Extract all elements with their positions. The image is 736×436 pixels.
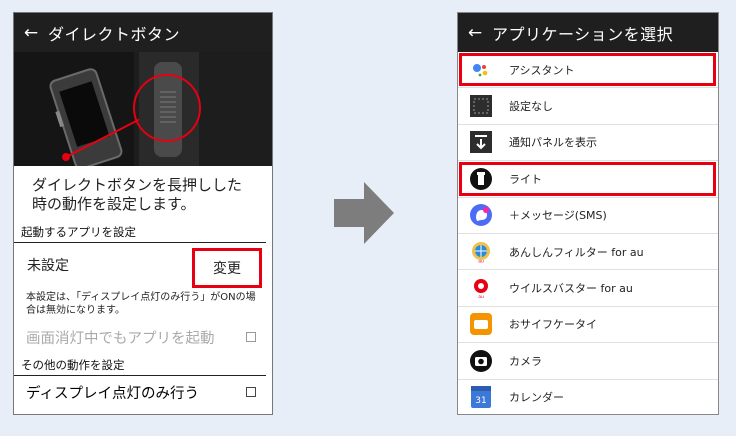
virusbuster-icon: au	[469, 276, 493, 300]
list-item-message[interactable]: ＋メッセージ(SMS)	[458, 198, 718, 234]
list-item-light[interactable]: ライト	[458, 161, 718, 198]
svg-text:au: au	[478, 259, 484, 263]
list-item-assistant[interactable]: アシスタント	[458, 52, 718, 89]
current-app-row: 未設定 変更	[14, 243, 272, 288]
app-bar: ← ダイレクトボタン	[14, 13, 272, 52]
highlight-frame	[459, 162, 716, 196]
direct-button-settings-screen: ← ダイレクトボタン ダイレクトボタンを長押しした 時の動作を設定します。 起動…	[13, 12, 273, 415]
list-item-label: ウイルスバスター for au	[509, 282, 633, 296]
list-item-label: ＋メッセージ(SMS)	[509, 209, 607, 223]
toggle-row-screen-off[interactable]: 画面消灯中でもアプリを起動	[14, 321, 272, 353]
toggle-label-screen-off: 画面消灯中でもアプリを起動	[26, 330, 215, 347]
anshin-filter-icon: au	[469, 240, 493, 264]
highlight-frame	[459, 53, 716, 87]
list-item-label: アシスタント	[509, 63, 575, 77]
app-list: アシスタント 設定なし 通知パネルを表示 ライト ＋メッセージ(SMS) au …	[458, 52, 718, 414]
description: ダイレクトボタンを長押しした 時の動作を設定します。	[14, 166, 272, 220]
app-bar: ← アプリケーションを選択	[458, 13, 718, 52]
list-item-label: おサイフケータイ	[509, 318, 597, 332]
calendar-icon: 31	[469, 385, 493, 409]
calendar-day-number: 31	[475, 396, 486, 406]
list-item-label: カレンダー	[509, 391, 564, 405]
current-app-value: 未設定	[27, 258, 69, 274]
right-arrow-icon	[334, 182, 394, 244]
osaifu-keitai-icon	[469, 312, 493, 336]
list-item-label: あんしんフィルター for au	[509, 245, 644, 259]
list-item-calendar[interactable]: 31 カレンダー	[458, 380, 718, 414]
list-item-camera[interactable]: カメラ	[458, 343, 718, 380]
change-button[interactable]: 変更	[192, 248, 262, 288]
none-icon	[469, 94, 493, 118]
page-title: アプリケーションを選択	[492, 24, 674, 44]
list-item-label: 設定なし	[509, 100, 553, 114]
toggle-row-display-only[interactable]: ディスプレイ点灯のみ行う	[14, 376, 272, 408]
list-item-osaifu[interactable]: おサイフケータイ	[458, 307, 718, 344]
section-header-other: その他の動作を設定	[14, 353, 266, 376]
list-item-label: ライト	[509, 172, 542, 186]
camera-icon	[469, 349, 493, 373]
toggle-label-display-only: ディスプレイ点灯のみ行う	[26, 385, 199, 402]
svg-text:au: au	[478, 295, 484, 299]
description-line-1: ダイレクトボタンを長押しした	[32, 176, 243, 194]
message-icon	[469, 203, 493, 227]
back-arrow-icon[interactable]: ←	[14, 23, 48, 43]
notification-panel-icon	[469, 130, 493, 154]
list-item-label: カメラ	[509, 354, 542, 368]
flashlight-icon	[469, 167, 493, 191]
device-illustration	[14, 52, 272, 166]
app-select-screen: ← アプリケーションを選択 アシスタント 設定なし 通知パネルを表示 ライト ＋…	[457, 12, 719, 415]
page-title: ダイレクトボタン	[48, 24, 181, 44]
list-item-none[interactable]: 設定なし	[458, 88, 718, 125]
list-item-notification-panel[interactable]: 通知パネルを表示	[458, 125, 718, 162]
list-item-virusbuster[interactable]: au ウイルスバスター for au	[458, 270, 718, 307]
description-line-2: 時の動作を設定します。	[32, 195, 196, 213]
note-text: 本設定は、「ディスプレイ点灯のみ行う」がONの場合は無効になります。	[26, 292, 256, 316]
section-header-app: 起動するアプリを設定	[14, 220, 266, 243]
assistant-icon	[469, 58, 493, 82]
checkbox-screen-off[interactable]	[246, 332, 256, 342]
list-item-label: 通知パネルを表示	[509, 136, 597, 150]
checkbox-display-only[interactable]	[246, 387, 256, 397]
back-arrow-icon[interactable]: ←	[458, 23, 492, 43]
list-item-anshin-filter[interactable]: au あんしんフィルター for au	[458, 234, 718, 271]
